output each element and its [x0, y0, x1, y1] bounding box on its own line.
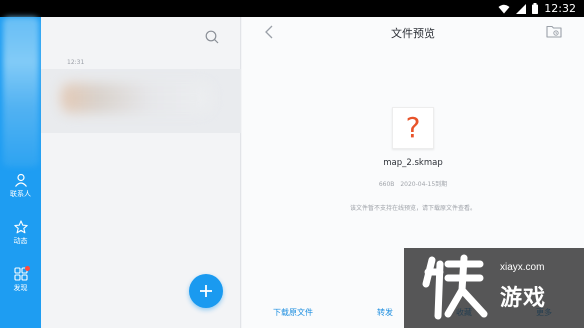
notification-badge [25, 266, 30, 271]
file-expiry: 2020-04-15到期 [400, 181, 448, 188]
avatar[interactable] [3, 17, 39, 167]
unknown-file-icon: ? [392, 107, 434, 149]
file-size: 660B [378, 181, 395, 188]
rail-label-contacts: 联系人 [10, 190, 31, 198]
download-button[interactable]: 下载原文件 [273, 307, 313, 318]
rail-label-discover: 发现 [13, 284, 28, 292]
status-bar: 12:32 [0, 0, 584, 17]
preview-unsupported-notice: 该文件暂不支持在线预览，请下载原文件查看。 [349, 205, 476, 212]
file-meta: 660B 2020-04-15到期 [242, 179, 584, 188]
list-item[interactable] [41, 69, 241, 133]
plus-icon [200, 285, 212, 297]
file-name: map_2.skmap [383, 158, 443, 168]
watermark-name: 游戏 [500, 286, 547, 311]
rail-item-contacts[interactable]: 联系人 [0, 173, 41, 199]
watermark-site: xiayx.com [500, 262, 545, 273]
forward-button[interactable]: 转发 [377, 307, 393, 318]
question-mark-glyph: ? [405, 111, 421, 144]
watermark: xiayx.com 游戏 [404, 248, 584, 328]
status-time: 12:32 [544, 2, 576, 15]
nav-rail: 联系人 动态 发现 [0, 17, 41, 328]
add-button[interactable] [189, 274, 223, 308]
signal-icon [516, 3, 527, 14]
list-timestamp: 12:31 [67, 59, 85, 66]
battery-icon [532, 3, 539, 14]
person-icon [14, 173, 27, 187]
folder-clock-icon[interactable] [546, 24, 562, 38]
search-icon[interactable] [205, 30, 219, 44]
blurred-content [61, 83, 211, 113]
rail-item-discover[interactable]: 发现 [0, 266, 41, 293]
rail-label-moments: 动态 [13, 237, 28, 245]
rail-item-moments[interactable]: 动态 [0, 220, 41, 246]
star-icon [13, 220, 28, 234]
watermark-logo [422, 254, 488, 320]
wifi-icon [498, 4, 510, 13]
page-title: 文件预览 [391, 27, 435, 40]
conversation-list: 12:31 [41, 17, 241, 328]
